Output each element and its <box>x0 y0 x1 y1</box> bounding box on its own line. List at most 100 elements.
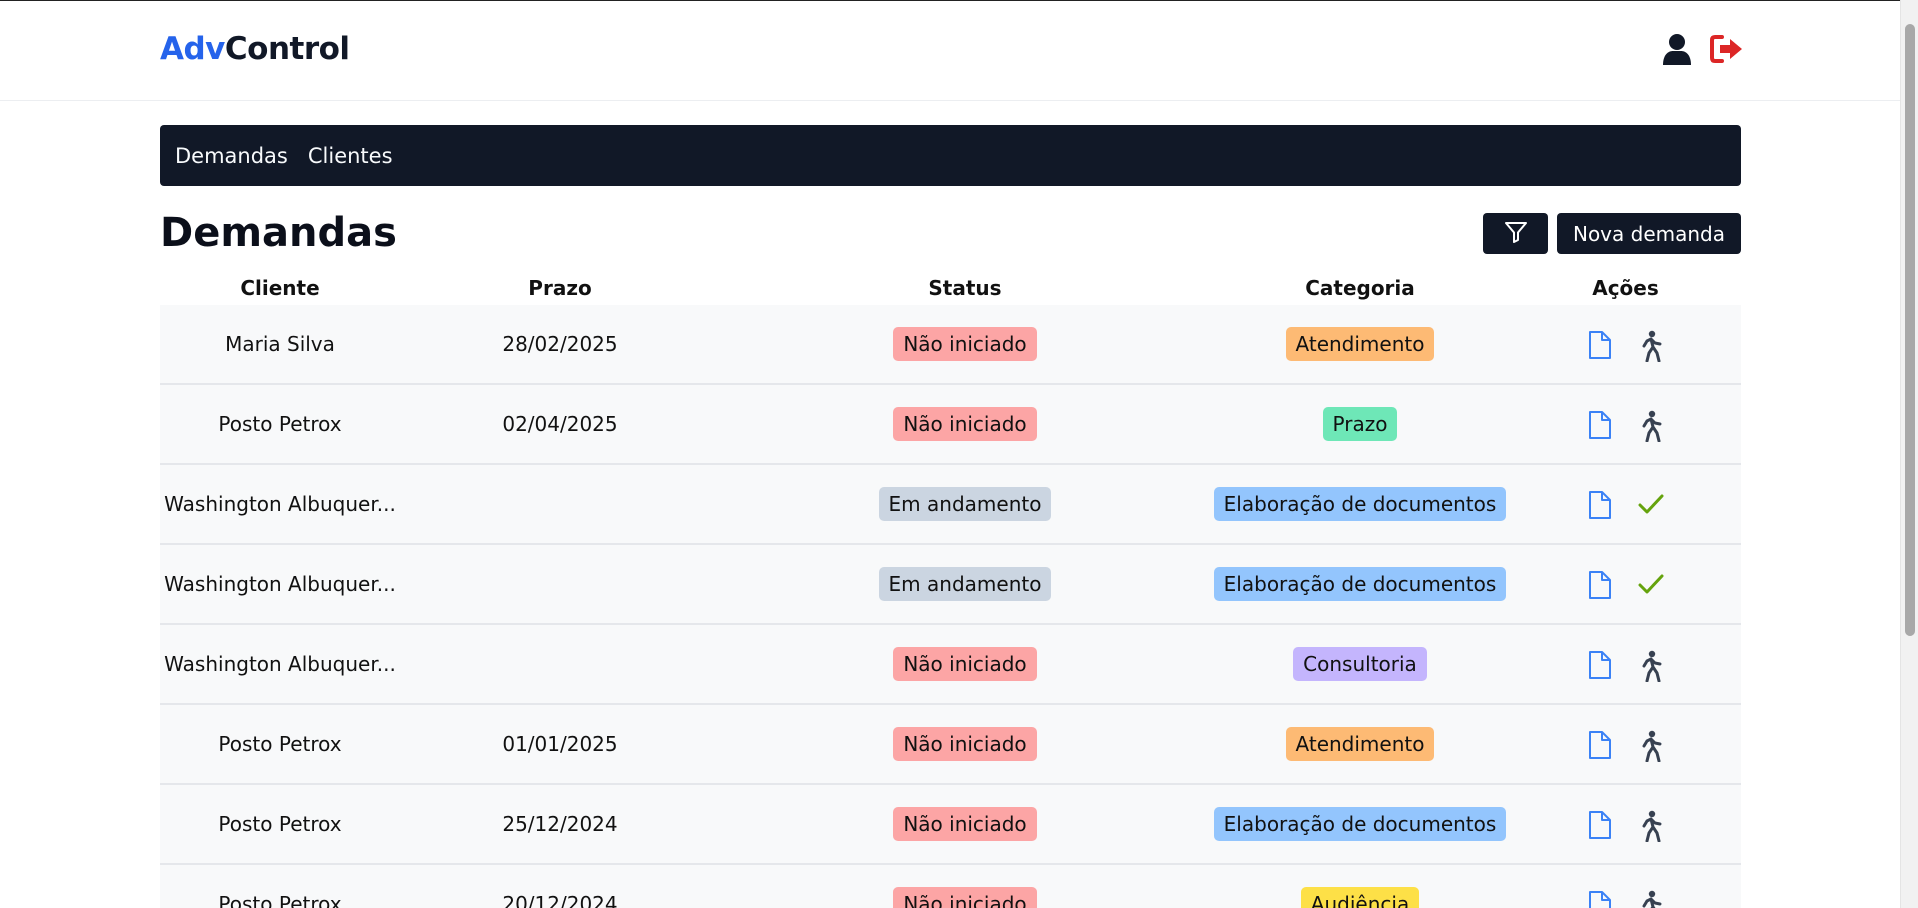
app-header: AdvControl <box>0 1 1900 101</box>
walk-icon[interactable] <box>1637 650 1665 683</box>
cell-prazo: 20/12/2024 <box>502 892 618 908</box>
demands-table: Cliente Prazo Status Categoria Ações Mar… <box>160 270 1741 908</box>
cell-prazo: 25/12/2024 <box>502 812 618 836</box>
document-icon[interactable] <box>1587 570 1615 599</box>
brand-logo-part1: Adv <box>160 31 225 67</box>
cell-categoria: Audiência <box>1210 887 1510 908</box>
cell-cliente: Washington Albuquer... <box>164 492 396 516</box>
new-demand-button[interactable]: Nova demanda <box>1557 213 1741 254</box>
scrollbar-thumb[interactable] <box>1905 24 1915 636</box>
cell-status: Não iniciado <box>720 647 1210 681</box>
cell-status: Em andamento <box>720 567 1210 601</box>
column-header-status[interactable]: Status <box>720 276 1210 300</box>
status-badge: Não iniciado <box>893 887 1037 908</box>
table-row[interactable]: Posto Petrox 02/04/2025 Não iniciado Prazo <box>160 385 1741 465</box>
page-scrollbar[interactable] <box>1900 0 1918 908</box>
status-badge: Não iniciado <box>893 647 1037 681</box>
cell-acoes <box>1510 730 1741 763</box>
table-row[interactable]: Maria Silva 28/02/2025 Não iniciado Atendim… <box>160 305 1741 385</box>
filter-button[interactable] <box>1483 213 1548 254</box>
check-icon[interactable] <box>1637 570 1665 598</box>
nav-item-demandas[interactable]: Demandas <box>175 144 288 168</box>
cell-categoria: Elaboração de documentos <box>1210 807 1510 841</box>
document-icon[interactable] <box>1587 490 1615 519</box>
table-row[interactable]: Washington Albuquer... Em andamento Elabor… <box>160 465 1741 545</box>
column-header-prazo[interactable]: Prazo <box>400 276 720 300</box>
column-header-categoria[interactable]: Categoria <box>1210 276 1510 300</box>
cell-status: Não iniciado <box>720 407 1210 441</box>
document-icon[interactable] <box>1587 650 1615 679</box>
nav-item-clientes[interactable]: Clientes <box>308 144 393 168</box>
category-badge: Elaboração de documentos <box>1213 807 1507 841</box>
brand-logo[interactable]: AdvControl <box>160 31 350 67</box>
cell-cliente: Maria Silva <box>225 332 335 356</box>
cell-categoria: Atendimento <box>1210 327 1510 361</box>
table-row[interactable]: Posto Petrox 25/12/2024 Não iniciado Elabor… <box>160 785 1741 865</box>
walk-icon[interactable] <box>1637 890 1665 908</box>
cell-cliente: Washington Albuquer... <box>164 572 396 596</box>
category-badge: Elaboração de documentos <box>1213 487 1507 521</box>
cell-prazo: 28/02/2025 <box>502 332 618 356</box>
logout-icon[interactable] <box>1710 34 1744 64</box>
table-header: Cliente Prazo Status Categoria Ações <box>160 270 1741 305</box>
cell-status: Em andamento <box>720 487 1210 521</box>
table-row[interactable]: Posto Petrox 20/12/2024 Não iniciado Audiên… <box>160 865 1741 908</box>
cell-cliente: Posto Petrox <box>218 892 342 908</box>
table-row[interactable]: Posto Petrox 01/01/2025 Não iniciado Atendi… <box>160 705 1741 785</box>
cell-acoes <box>1510 410 1741 443</box>
cell-acoes <box>1510 810 1741 843</box>
cell-status: Não iniciado <box>720 807 1210 841</box>
document-icon[interactable] <box>1587 410 1615 439</box>
cell-acoes <box>1510 650 1741 683</box>
cell-acoes <box>1510 890 1741 908</box>
category-badge: Elaboração de documentos <box>1213 567 1507 601</box>
walk-icon[interactable] <box>1637 410 1665 443</box>
cell-acoes <box>1510 330 1741 363</box>
document-icon[interactable] <box>1587 730 1615 759</box>
status-badge: Não iniciado <box>893 407 1037 441</box>
cell-status: Não iniciado <box>720 327 1210 361</box>
walk-icon[interactable] <box>1637 810 1665 843</box>
cell-cliente: Posto Petrox <box>218 812 342 836</box>
cell-cliente: Posto Petrox <box>218 412 342 436</box>
walk-icon[interactable] <box>1637 730 1665 763</box>
column-header-acoes: Ações <box>1592 275 1659 300</box>
walk-icon[interactable] <box>1637 330 1665 363</box>
category-badge: Atendimento <box>1285 327 1435 361</box>
cell-cliente: Washington Albuquer... <box>164 652 396 676</box>
category-badge: Audiência <box>1300 887 1420 908</box>
brand-logo-part2: Control <box>224 31 350 67</box>
user-icon[interactable] <box>1662 33 1692 65</box>
cell-acoes <box>1510 570 1741 599</box>
table-body: Maria Silva 28/02/2025 Não iniciado Atendim… <box>160 305 1741 908</box>
page-title: Demandas <box>160 210 397 256</box>
category-badge: Consultoria <box>1293 647 1427 681</box>
table-row[interactable]: Washington Albuquer... Em andamento Elabor… <box>160 545 1741 625</box>
cell-categoria: Prazo <box>1210 407 1510 441</box>
cell-categoria: Atendimento <box>1210 727 1510 761</box>
cell-cliente: Posto Petrox <box>218 732 342 756</box>
cell-categoria: Elaboração de documentos <box>1210 567 1510 601</box>
cell-categoria: Consultoria <box>1210 647 1510 681</box>
table-row[interactable]: Washington Albuquer... Não iniciado Consul… <box>160 625 1741 705</box>
status-badge: Não iniciado <box>893 327 1037 361</box>
category-badge: Atendimento <box>1285 727 1435 761</box>
filter-icon <box>1504 220 1528 247</box>
cell-prazo: 01/01/2025 <box>502 732 618 756</box>
header-actions <box>1662 33 1744 65</box>
status-badge: Em andamento <box>878 567 1052 601</box>
cell-prazo: 02/04/2025 <box>502 412 618 436</box>
cell-acoes <box>1510 490 1741 519</box>
document-icon[interactable] <box>1587 890 1615 908</box>
status-badge: Em andamento <box>878 487 1052 521</box>
status-badge: Não iniciado <box>893 727 1037 761</box>
main-nav: Demandas Clientes <box>160 125 1741 186</box>
cell-status: Não iniciado <box>720 727 1210 761</box>
document-icon[interactable] <box>1587 330 1615 359</box>
check-icon[interactable] <box>1637 490 1665 518</box>
category-badge: Prazo <box>1322 407 1398 441</box>
document-icon[interactable] <box>1587 810 1615 839</box>
column-header-cliente[interactable]: Cliente <box>160 276 400 300</box>
cell-status: Não iniciado <box>720 887 1210 908</box>
cell-categoria: Elaboração de documentos <box>1210 487 1510 521</box>
